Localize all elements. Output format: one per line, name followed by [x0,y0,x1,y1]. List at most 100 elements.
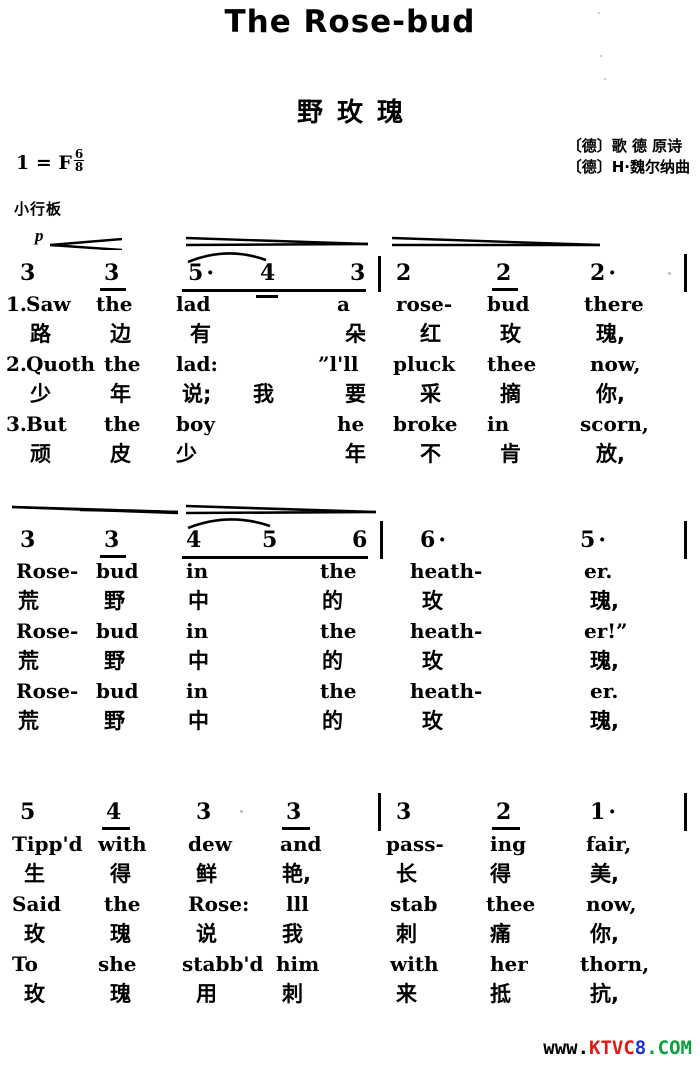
lyric-syllable: 野 [104,709,125,733]
note: 6 · [420,527,446,553]
lyric-syllable: him [276,952,320,976]
lyric-syllable: 中 [188,709,209,733]
lyric-syllable: 红 [420,322,441,346]
lyric-syllable: Rose- [16,619,79,643]
lyric-syllable: bud [96,559,139,583]
credit-composer: 〔德〕H·魏尔纳曲 [566,158,690,177]
lyric-syllable: rose- [396,292,453,316]
lyric-syllable: thee [486,892,536,916]
note: 1 · [590,799,616,825]
lyric-syllable: 年 [345,442,366,466]
lyric-syllable: 用 [196,982,217,1006]
lyric-syllable: the [104,352,141,376]
watermark-www: www. [543,1037,590,1059]
tempo-marking: 小行板 [14,200,63,218]
lyric-line: 1. Saw the lad a rose- bud there [0,292,700,322]
time-signature: 68 [73,147,85,175]
lyric-syllable: heath- [410,679,483,703]
lyric-syllable: 玫 [24,922,45,946]
lyric-syllable: 鲜 [196,862,217,886]
site-watermark: www.KTVC8.COM [543,1037,692,1059]
augmentation-dot: · [598,527,606,553]
key-signature-label: 1 = F [16,152,72,175]
lyric-syllable: with [98,832,147,856]
scan-speck [598,12,600,14]
crescendo-hairpin [50,238,122,251]
lyric-line: Tipp'd with dew and pass- ing fair, [0,832,700,862]
lyric-syllable: Rose: [188,892,250,916]
note: 2 [396,260,412,286]
lyric-syllable: 生 [24,862,45,886]
lyric-syllable: Tipp'd [12,832,83,856]
barline-end [684,254,687,292]
lyric-syllable: boy [176,412,215,436]
lyric-syllable: But [26,412,67,436]
scan-speck [600,55,602,57]
lyric-syllable: the [96,292,133,316]
note-underline [102,827,130,830]
barline-end [684,793,687,831]
augmentation-dot: · [608,260,616,286]
note-underline [100,288,126,291]
lyric-syllable: 摘 [500,382,521,406]
lyric-line: 玫 瑰 用 刺 来 抵 抗, [0,982,700,1012]
lyric-syllable: 皮 [110,442,131,466]
lyric-syllable: pass- [386,832,444,856]
lyric-syllable: 长 [396,862,417,886]
note-row-3: 5 4 3 3 3 2 1 · [0,793,700,835]
lyric-syllable: er!” [584,619,628,643]
scan-speck [604,78,606,80]
lyric-line: 路 边 有 朵 红 玫 瑰, [0,322,700,352]
lyric-syllable: er. [584,559,613,583]
lyric-line: 少 年 说; 我 要 采 摘 你, [0,382,700,412]
lyric-line: 生 得 鲜 艳, 长 得 美, [0,862,700,892]
lyric-line: 2. Quoth the lad: ”l'll pluck thee now, [0,352,700,382]
augmentation-dot: · [206,260,214,286]
lyric-syllable: 你, [596,382,625,406]
lyric-syllable: 放, [596,442,625,466]
lyric-syllable: 荒 [18,649,39,673]
time-signature-denominator: 8 [74,160,84,175]
lyric-syllable: stabb'd [182,952,264,976]
augmentation-dot: · [608,799,616,825]
lyric-syllable: now, [586,892,637,916]
lyric-syllable: the [320,679,357,703]
watermark-com: .COM [646,1037,692,1059]
lyric-syllable: broke [393,412,458,436]
lyric-syllable: 边 [110,322,131,346]
page-title-english: The Rose-bud [224,4,476,40]
page-title-chinese: 野玫瑰 [296,98,417,128]
lyric-syllable: the [320,559,357,583]
lyric-syllable: 路 [30,322,51,346]
lyric-syllable: thee [487,352,537,376]
lyric-syllable: in [186,619,209,643]
verse-number: 2. [6,352,27,376]
lyric-syllable: her [490,952,528,976]
lyric-syllable: pluck [393,352,456,376]
lyric-syllable: the [104,892,141,916]
lyric-syllable: 玫 [422,709,443,733]
lyric-syllable: in [487,412,510,436]
lyric-syllable: 玫 [24,982,45,1006]
scan-speck [668,272,671,275]
lyric-syllable: and [280,832,322,856]
lyric-syllable: 瑰 [110,982,131,1006]
barline [378,256,381,292]
lyric-syllable: 抗, [590,982,619,1006]
lyric-syllable: 中 [188,649,209,673]
lyric-syllable: 不 [420,442,441,466]
lyric-line: Rose- bud in the heath- er!” [0,619,700,649]
lyric-syllable: 的 [322,649,343,673]
lyric-syllable: the [320,619,357,643]
time-signature-numerator: 6 [73,147,85,162]
lyric-syllable: 来 [396,982,417,1006]
lyric-syllable: a [337,292,350,316]
lyric-line: To she stabb'd him with her thorn, [0,952,700,982]
lyric-syllable: now, [590,352,641,376]
lyric-syllable: 我 [253,382,274,406]
lyric-syllable: 刺 [396,922,417,946]
hairpin-group-1 [0,236,700,252]
lyric-syllable: 艳, [282,862,311,886]
lyric-syllable: Said [12,892,61,916]
note: 4 [186,527,202,553]
